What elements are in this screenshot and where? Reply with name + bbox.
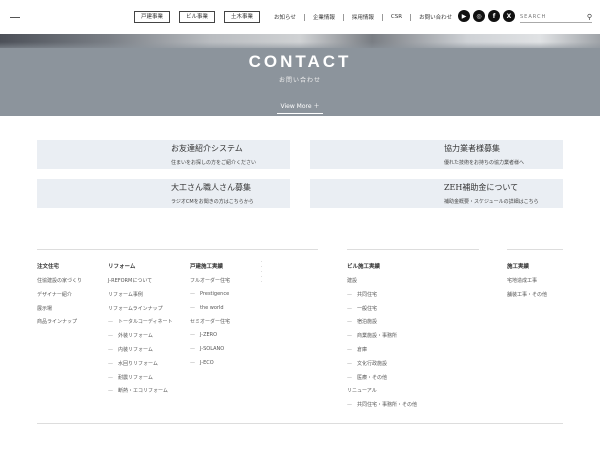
footer-link[interactable]: 舗装工事・その他 [507, 291, 547, 305]
card-description: 補助金概要・スケジュールの詳細はこちら [444, 199, 539, 205]
footer-link[interactable]: フルオーダー住宅 [190, 277, 230, 291]
nav-news[interactable]: お知らせ [266, 13, 304, 21]
footer-link[interactable]: 商業施設・事務所 [347, 332, 417, 346]
footer-link[interactable]: Prestigence [190, 291, 230, 305]
instagram-icon[interactable]: ◎ [473, 10, 485, 22]
footer-link[interactable]: 水回りリフォーム [108, 360, 173, 374]
card-craftsman-recruit[interactable]: 大工さん職人さん募集 ラジオCMをお聞きの方はこちらから [37, 179, 290, 208]
footer-link[interactable]: 建設 [347, 277, 417, 291]
footer-col-building-works-title[interactable]: ビル施工実績 [347, 262, 380, 270]
footer-col-works-list: 宅地造成工事 舗装工事・その他 [507, 277, 547, 305]
tab-civil-engineering[interactable]: 土木事業 [224, 11, 261, 23]
footer-link[interactable]: J-ZERO [190, 332, 230, 346]
footer-divider [347, 249, 479, 250]
card-description: 優れた技術をお持ちの協力業者様へ [444, 160, 525, 166]
banner-title: CONTACT [248, 52, 352, 71]
footer-col-building-works-list: 建設 共同住宅 一般住宅 宿泊施設 商業施設・事務所 倉庫 文化行政施設 医療・… [347, 277, 417, 415]
footer-link[interactable]: 文化行政施設 [347, 360, 417, 374]
x-icon[interactable]: X [503, 10, 515, 22]
footer-divider [37, 249, 318, 250]
footer-link[interactable]: リニューアル [347, 387, 417, 401]
vertical-decoration: · · · · · [261, 259, 263, 284]
footer-divider [507, 249, 563, 250]
footer-link[interactable]: J-ECO [190, 360, 230, 374]
view-more-link[interactable]: View More ＋ [277, 101, 323, 114]
footer-link[interactable]: トータルコーディネート [108, 318, 173, 332]
card-title: お友達紹介システム [171, 144, 243, 153]
footer-link[interactable]: J-REFORMについて [108, 277, 173, 291]
social-links: ▶ ◎ f X [458, 10, 515, 22]
site-header: 戸建事業 ビル事業 土木事業 お知らせ 企業情報 採用情報 CSR お問い合わせ… [0, 0, 600, 34]
footer-link[interactable]: 断熱・エコリフォーム [108, 387, 173, 401]
footer-col-works-title[interactable]: 施工実績 [507, 262, 529, 270]
youtube-icon[interactable]: ▶ [458, 10, 470, 22]
footer-link[interactable]: 宿泊施設 [347, 318, 417, 332]
footer-col-custom-home-title[interactable]: 注文住宅 [37, 262, 59, 270]
footer-col-custom-home-list: 住協建設の家づくり デザイナー紹介 展示場 商品ラインナップ [37, 277, 82, 332]
footer-col-house-works-list: フルオーダー住宅 Prestigence the world セミオーダー住宅 … [190, 277, 230, 374]
tab-building[interactable]: ビル事業 [179, 11, 216, 23]
facebook-icon[interactable]: f [488, 10, 500, 22]
footer-link[interactable]: the world [190, 305, 230, 319]
footer-link[interactable]: セミオーダー住宅 [190, 318, 230, 332]
card-description: ラジオCMをお聞きの方はこちらから [171, 199, 254, 205]
site-logo[interactable] [10, 17, 20, 18]
card-zeh-subsidy[interactable]: ZEH補助金について 補助金概要・スケジュールの詳細はこちら [310, 179, 563, 208]
footer-link[interactable]: 共同住宅・事務所・その他 [347, 401, 417, 415]
footer-col-reform-title[interactable]: リフォーム [108, 262, 135, 270]
footer-divider [37, 423, 563, 424]
footer-link[interactable]: 医療・その他 [347, 374, 417, 388]
footer-link[interactable]: 一般住宅 [347, 305, 417, 319]
card-description: 住まいをお探しの方をご紹介ください [171, 160, 257, 166]
search-box: ⚲ [520, 11, 592, 23]
nav-company[interactable]: 企業情報 [305, 13, 343, 21]
search-input[interactable] [520, 13, 576, 20]
footer-link[interactable]: 外装リフォーム [108, 332, 173, 346]
footer-link[interactable]: 内装リフォーム [108, 346, 173, 360]
footer-link[interactable]: リフォーム事例 [108, 291, 173, 305]
card-friend-referral[interactable]: お友達紹介システム 住まいをお探しの方をご紹介ください [37, 140, 290, 169]
footer-link[interactable]: 宅地造成工事 [507, 277, 547, 291]
contact-banner[interactable]: CONTACT お問い合わせ View More ＋ [0, 34, 600, 116]
footer-link[interactable]: 住協建設の家づくり [37, 277, 82, 291]
card-title: ZEH補助金について [444, 183, 519, 192]
nav-csr[interactable]: CSR [383, 14, 410, 20]
footer-link[interactable]: 商品ラインナップ [37, 318, 82, 332]
banner-subtitle: お問い合わせ [278, 77, 321, 84]
header-nav: お知らせ 企業情報 採用情報 CSR お問い合わせ [266, 13, 460, 21]
nav-recruit[interactable]: 採用情報 [344, 13, 382, 21]
business-tabs: 戸建事業 ビル事業 土木事業 [134, 11, 261, 23]
card-title: 協力業者様募集 [444, 144, 500, 153]
footer-link[interactable]: 耐震リフォーム [108, 374, 173, 388]
tab-detached-house[interactable]: 戸建事業 [134, 11, 171, 23]
card-title: 大工さん職人さん募集 [171, 183, 251, 192]
footer-link[interactable]: 共同住宅 [347, 291, 417, 305]
nav-contact[interactable]: お問い合わせ [411, 13, 460, 21]
footer-link[interactable]: J-SOLANO [190, 346, 230, 360]
footer-link[interactable]: 展示場 [37, 305, 82, 319]
banner-photo-fade [0, 42, 600, 52]
footer-link[interactable]: デザイナー紹介 [37, 291, 82, 305]
footer-link[interactable]: リフォームラインナップ [108, 305, 173, 319]
footer-col-house-works-title[interactable]: 戸建施工実績 [190, 262, 223, 270]
footer-link[interactable]: 倉庫 [347, 346, 417, 360]
footer-col-reform-list: J-REFORMについて リフォーム事例 リフォームラインナップ トータルコーデ… [108, 277, 173, 401]
search-icon[interactable]: ⚲ [587, 13, 592, 21]
card-partner-recruit[interactable]: 協力業者様募集 優れた技術をお持ちの協力業者様へ [310, 140, 563, 169]
